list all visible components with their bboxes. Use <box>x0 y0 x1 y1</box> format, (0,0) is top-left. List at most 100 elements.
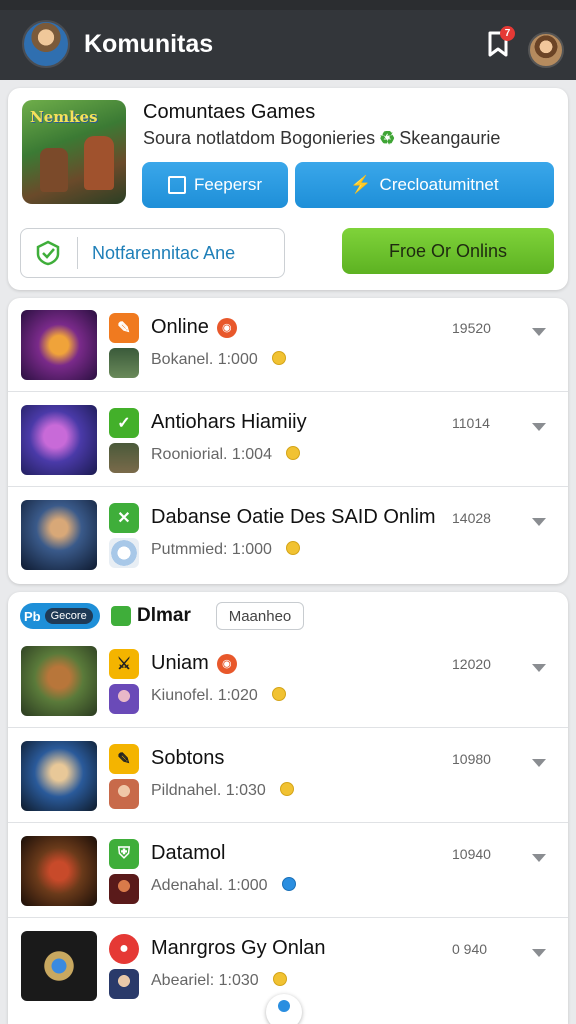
list-item[interactable]: ✕ Dabanse Oatie Des SAID Onlim Putmmied:… <box>8 488 568 582</box>
coin-icon <box>279 782 294 796</box>
coin-icon <box>281 877 296 891</box>
game-cover-image[interactable]: Nemkes <box>22 100 126 204</box>
player-avatar <box>109 779 139 809</box>
location-pin-icon <box>278 1000 290 1012</box>
filter-tag[interactable]: Dlmar <box>111 605 191 627</box>
filter-bar: Pb Gecore Dlmar Maanheo <box>20 602 560 632</box>
list-item-meta-text: Abeariel: 1:030 <box>151 972 259 989</box>
game-thumbnail <box>21 500 97 570</box>
list-item-meta: Pildnahel. 1:030 <box>151 782 294 800</box>
list-item-count: 19520 <box>452 320 491 336</box>
filter-pill[interactable]: Pb Gecore <box>20 603 100 629</box>
game-list: Pb Gecore Dlmar Maanheo ⚔ Uniam ◉ Kiunofel… <box>8 592 568 1024</box>
chevron-down-icon[interactable] <box>532 664 546 672</box>
notification-outline-button[interactable]: Notfarennitac Ane <box>20 228 285 278</box>
list-item-meta: Rooniorial. 1:004 <box>151 446 300 464</box>
list-item-name: Online ◉ <box>151 316 237 339</box>
sword-icon: ⚔ <box>109 649 139 679</box>
list-item-name: Datamol <box>151 842 226 864</box>
list-item-meta-text: Rooniorial. 1:004 <box>151 446 272 463</box>
list-item-name: Sobtons <box>151 747 225 769</box>
chevron-down-icon[interactable] <box>532 949 546 957</box>
subtitle-right: Skeangaurie <box>399 128 501 148</box>
notification-badge: 7 <box>500 26 515 41</box>
list-item[interactable]: ✎ Sobtons Pildnahel. 1:030 10980 <box>8 729 568 823</box>
coin-icon <box>285 446 300 460</box>
feepersr-button[interactable]: Feepersr <box>142 162 288 208</box>
game-subtitle: Soura notlatdom Bogonieries ♻ Skeangaurie <box>143 128 500 149</box>
list-item-count: 10980 <box>452 751 491 767</box>
list-item-count: 0 940 <box>452 941 488 957</box>
outline-button-label: Notfarennitac Ane <box>92 242 236 263</box>
player-avatar <box>109 443 139 473</box>
character-figure <box>40 148 68 192</box>
check-icon: ✓ <box>109 408 139 438</box>
chevron-down-icon[interactable] <box>532 423 546 431</box>
square-icon <box>167 176 186 194</box>
page-title: Komunitas <box>84 30 214 58</box>
edit-icon: ✎ <box>109 313 139 343</box>
coin-icon <box>271 687 286 701</box>
list-item-meta: Putmmied: 1:000 <box>151 541 300 559</box>
list-item-meta-text: Pildnahel. 1:030 <box>151 782 266 799</box>
list-item-title: Online <box>151 316 209 338</box>
chevron-down-icon[interactable] <box>532 854 546 862</box>
game-list: ✎ Online ◉ Bokanel. 1:000 19520 ✓ Antioha… <box>8 298 568 584</box>
divider <box>77 237 78 269</box>
list-item-count: 10940 <box>452 846 491 862</box>
player-avatar <box>109 684 139 714</box>
game-thumbnail <box>21 405 97 475</box>
list-item-count: 11014 <box>452 415 490 431</box>
shield-check-icon <box>36 240 60 266</box>
list-item-meta-text: Putmmied: 1:000 <box>151 541 272 558</box>
list-item-meta: Adenahal. 1:000 <box>151 877 296 895</box>
list-item-title: Uniam <box>151 652 209 674</box>
coin-icon <box>272 972 287 986</box>
status-bar <box>0 0 576 10</box>
list-item[interactable]: ✎ Online ◉ Bokanel. 1:000 19520 <box>8 298 568 392</box>
list-item-name: Uniam ◉ <box>151 652 237 675</box>
wand-icon: ⚡ <box>350 175 372 194</box>
list-item-name: Manrgros Gy Onlan <box>151 937 326 959</box>
list-item-meta-text: Bokanel. 1:000 <box>151 351 258 368</box>
filter-pill-prefix: Pb <box>24 608 41 624</box>
pencil-icon: ✎ <box>109 744 139 774</box>
list-item[interactable]: ✓ Antiohars Hiamiiy Rooniorial. 1:004 11… <box>8 393 568 487</box>
feepersr-button-label: Feepersr <box>193 175 263 194</box>
game-thumbnail <box>21 310 97 380</box>
create-content-button[interactable]: ⚡ Crecloatumitnet <box>295 162 554 208</box>
chevron-down-icon[interactable] <box>532 759 546 767</box>
floating-action-button[interactable] <box>266 994 302 1024</box>
player-avatar <box>109 538 139 568</box>
sword-icon: ✕ <box>109 503 139 533</box>
filter-outline-pill[interactable]: Maanheo <box>216 602 304 630</box>
featured-game-card: Nemkes Comuntaes Games Soura notlatdom B… <box>8 88 568 290</box>
subtitle-left: Soura notlatdom Bogonieries <box>143 128 376 148</box>
game-thumbnail <box>21 931 97 1001</box>
list-item-meta: Kiunofel. 1:020 <box>151 687 286 705</box>
list-item-meta-text: Kiunofel. 1:020 <box>151 687 258 704</box>
shield-icon: ⛨ <box>109 839 139 869</box>
user-avatar[interactable] <box>528 32 564 68</box>
list-item-name: Antiohars Hiamiiy <box>151 411 307 433</box>
free-online-button[interactable]: Froe Or Onlins <box>342 228 554 274</box>
chevron-down-icon[interactable] <box>532 518 546 526</box>
leaf-icon: ♻ <box>379 128 396 148</box>
game-thumbnail <box>21 741 97 811</box>
community-avatar[interactable] <box>22 20 70 68</box>
coin-icon <box>271 351 286 365</box>
filter-pill-label: Gecore <box>44 608 93 624</box>
chevron-down-icon[interactable] <box>532 328 546 336</box>
list-item[interactable]: ⚔ Uniam ◉ Kiunofel. 1:020 12020 <box>8 634 568 728</box>
create-content-button-label: Crecloatumitnet <box>379 175 499 194</box>
player-avatar <box>109 348 139 378</box>
list-item[interactable]: ⛨ Datamol Adenahal. 1:000 10940 <box>8 824 568 918</box>
filter-tag-label: Dlmar <box>137 605 191 626</box>
list-item-meta: Bokanel. 1:000 <box>151 351 286 369</box>
tag-icon <box>111 606 131 626</box>
hot-icon: ◉ <box>216 654 237 674</box>
game-logo: Nemkes <box>30 108 98 126</box>
record-icon: ● <box>109 934 139 964</box>
player-avatar <box>109 969 139 999</box>
list-item-count: 12020 <box>452 656 491 672</box>
